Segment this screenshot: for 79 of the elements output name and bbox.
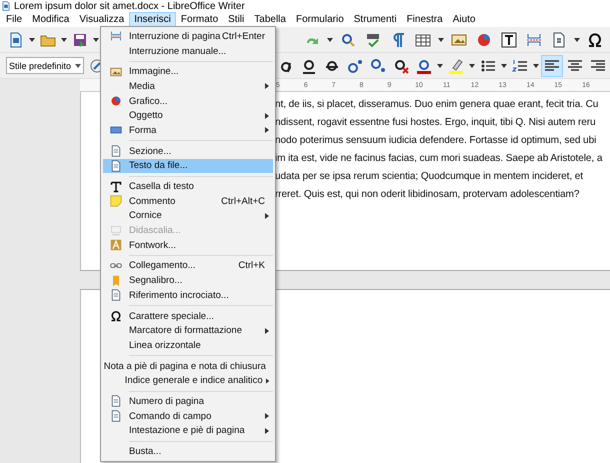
dropdown-caret-icon[interactable]	[533, 64, 539, 68]
submenu-arrow-icon	[265, 428, 269, 434]
window-title: Lorem ipsum dolor sit amet.docx - LibreOffice Writer	[14, 0, 245, 12]
submenu-arrow-icon	[265, 83, 269, 90]
dropdown-caret-icon[interactable]	[438, 38, 444, 42]
menu-item[interactable]: Riferimento incrociato...	[103, 288, 273, 303]
dropdown-caret-icon[interactable]	[75, 64, 81, 68]
document-text-line: ndissent, rogavit essentne fusi hostes. Ergo, inquit, tibi Q. Nisi autem reru	[275, 116, 596, 130]
menu-item[interactable]: Indice generale e indice analitico	[103, 373, 273, 388]
paragraph-style-dropdown[interactable]: Stile predefinito	[6, 57, 84, 74]
menu-item[interactable]: Casella di testo	[103, 179, 273, 194]
dropdown-caret-icon[interactable]	[93, 38, 99, 42]
sticky-note-icon	[110, 195, 122, 208]
document-icon	[110, 160, 122, 172]
menu-item[interactable]: Linea orizzontale	[103, 338, 273, 353]
document-text-line: udata per se ipsa rerum scientia; Quodcumque in mentem incideret, et	[275, 170, 583, 184]
document-icon	[110, 289, 122, 302]
dropdown-caret-icon[interactable]	[61, 38, 67, 42]
menu-item[interactable]: Immagine...	[103, 64, 273, 80]
document-text-line: rreret. Quis est, qui non oderit libidinosam, protervam adolescentiam?	[275, 188, 580, 202]
menu-item[interactable]: Testo da file...	[103, 158, 273, 174]
menu-item[interactable]: Comando di campo	[103, 408, 273, 424]
menu-bar-item[interactable]: Inserisci	[129, 12, 176, 27]
document-icon	[1, 1, 11, 11]
menu-item[interactable]: Commento Ctrl+Alt+C	[103, 194, 273, 209]
menu-bar-item[interactable]: Visualizza	[74, 12, 130, 27]
dropdown-caret-icon[interactable]	[29, 38, 35, 42]
menu-item[interactable]: Segnalibro...	[103, 273, 273, 288]
menu-item[interactable]: Oggetto	[103, 108, 273, 124]
menu-item[interactable]: Carattere speciale...	[103, 308, 273, 324]
document-icon	[110, 145, 122, 158]
dropdown-caret-icon[interactable]	[574, 38, 580, 42]
menu-item[interactable]: Grafico...	[103, 94, 273, 108]
menu-bar-item[interactable]: Formulario	[290, 12, 349, 27]
rectangle-icon	[110, 124, 122, 136]
pie-chart-icon	[110, 95, 122, 108]
menu-item[interactable]: Collegamento... Ctrl+K	[103, 258, 273, 274]
menu-item[interactable]: Marcatore di formattazione	[103, 323, 273, 338]
menu-bar-item[interactable]: Modifica	[27, 12, 74, 27]
submenu-arrow-icon	[265, 212, 269, 219]
dropdown-caret-icon[interactable]	[327, 38, 333, 42]
menu-bar-item[interactable]: Finestra	[402, 12, 448, 27]
image-icon	[110, 66, 122, 78]
menu-bar-item[interactable]: Strumenti	[348, 12, 402, 27]
submenu-arrow-icon	[265, 413, 269, 420]
omega-icon	[110, 310, 122, 322]
caption-icon	[110, 224, 122, 237]
submenu-arrow-icon	[265, 112, 269, 119]
document-text-line: nodo poterimus sensuum iudicia defendere. Fortasse id optimum, sed ubi	[275, 134, 596, 148]
bookmark-icon	[110, 274, 122, 287]
submenu-arrow-icon	[265, 127, 269, 134]
menu-bar-item[interactable]: Formato	[176, 12, 224, 27]
text-box-icon[interactable]	[499, 30, 519, 50]
submenu-arrow-icon	[265, 328, 269, 334]
dropdown-caret-icon[interactable]	[501, 64, 507, 68]
menu-item[interactable]: Sezione...	[103, 144, 273, 158]
menu-bar-item[interactable]: Tabella	[249, 12, 291, 27]
menu-bar-item[interactable]: Aiuto	[448, 12, 480, 27]
document-icon	[110, 410, 122, 422]
menu-item[interactable]: Busta...	[103, 444, 273, 459]
menu-bar-item[interactable]: Stili	[223, 12, 250, 27]
dropdown-caret-icon[interactable]	[469, 64, 475, 68]
menu-item[interactable]: Nota a piè di pagina e nota di chiusura	[103, 358, 273, 374]
submenu-arrow-icon	[266, 378, 269, 384]
align-left-icon[interactable]	[542, 56, 562, 76]
menu-item[interactable]: Intestazione e piè di pagina	[103, 424, 273, 438]
page-break-icon	[110, 30, 122, 42]
menu-item[interactable]: Forma	[103, 123, 273, 138]
letter-t-icon	[110, 180, 122, 193]
fontwork-icon	[110, 239, 122, 252]
menu-item[interactable]: Fontwork...	[103, 238, 273, 253]
document-icon	[110, 395, 122, 408]
menu-item[interactable]: Interruzione manuale...	[103, 44, 273, 58]
dropdown-caret-icon[interactable]	[437, 64, 443, 68]
menu-bar-item[interactable]: File	[1, 12, 28, 27]
menu-item[interactable]: Media	[103, 79, 273, 94]
menu-item[interactable]: Interruzione di pagina Ctrl+Enter	[103, 29, 273, 44]
menu-item[interactable]: Numero di pagina	[103, 394, 273, 409]
menu-item[interactable]: Cornice	[103, 208, 273, 224]
